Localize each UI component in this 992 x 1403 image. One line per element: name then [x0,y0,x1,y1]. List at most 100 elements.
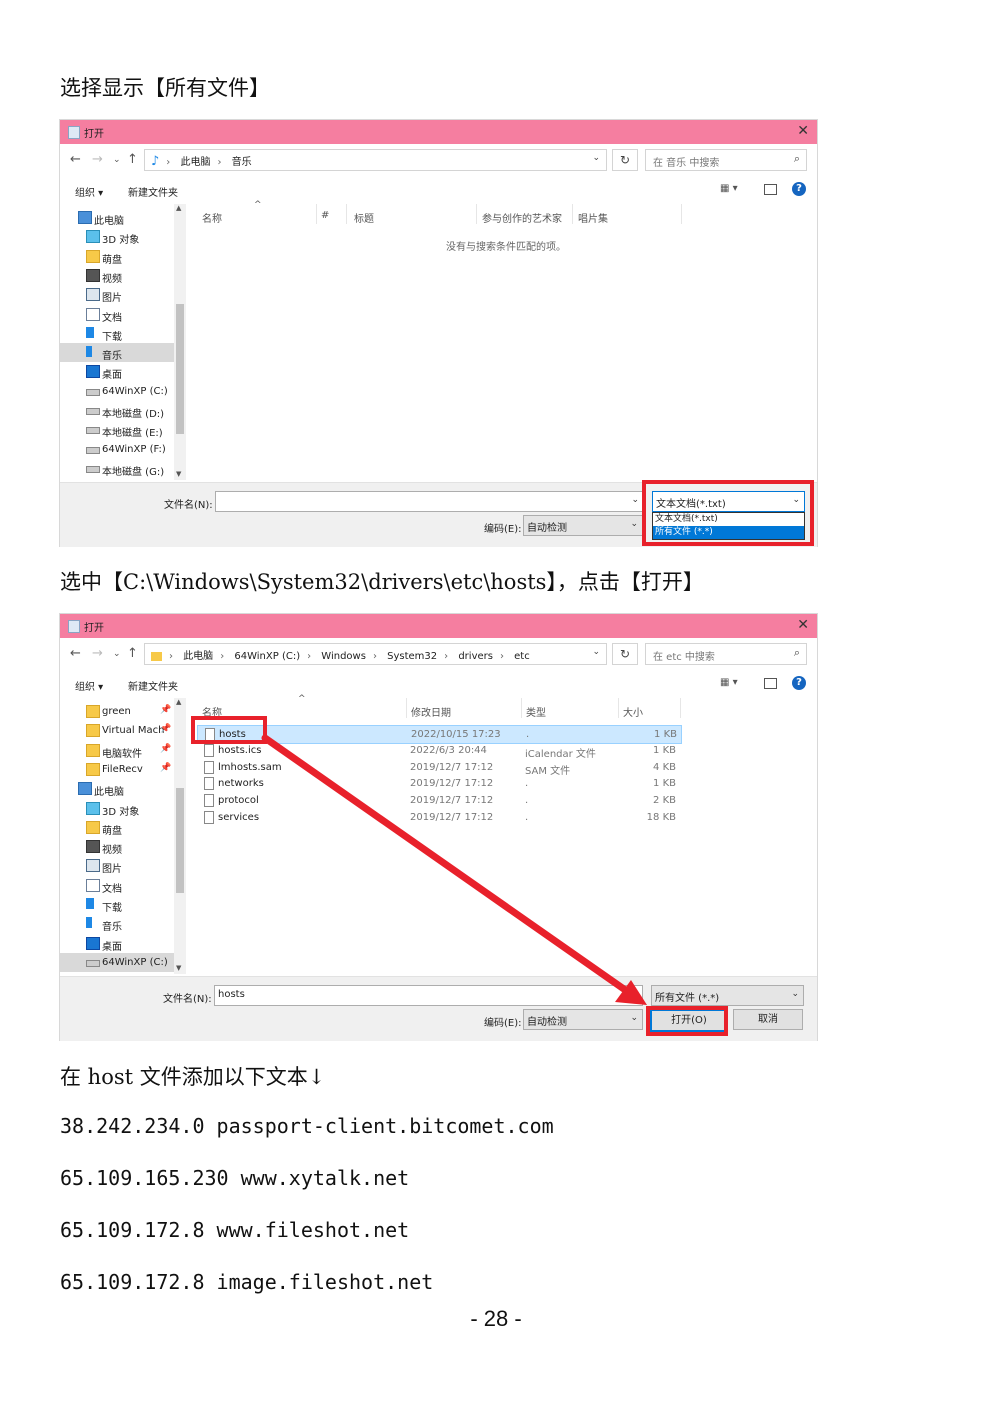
sidebar-item-label: 音乐 [102,351,122,363]
sidebar-item[interactable]: 音乐 [60,343,174,363]
encoding-select[interactable]: 自动检测 ⌄ [523,515,643,536]
drive-icon [86,388,100,396]
drive-icon [86,446,100,454]
sidebar-item-label: 本地磁盘 (D:) [102,409,165,420]
column-title[interactable]: 标题 [354,210,374,225]
sidebar-item[interactable]: 桌面 [60,362,174,381]
sidebar-item[interactable]: 图片 [60,285,174,304]
file-list: 名称 ^ # 标题 参与创作的艺术家 唱片集 没有与搜索条件匹配的项。 [188,200,817,480]
sidebar-item-label: 萌盘 [102,254,122,266]
column-artist[interactable]: 参与创作的艺术家 [482,210,562,225]
sidebar-item[interactable]: 3D 对象 [60,227,174,246]
open-dialog-etc: 打开 ✕ ← → ⌄ ↑ › 此电脑 › 64WinXP (C:) › Window… [59,613,818,1041]
caption-add-text: 在 host 文件添加以下文本↓ [60,1065,326,1089]
navigation-bar: ← → ⌄ ↑ ♪ › 此电脑 › 音乐 ⌄ ↻ 在 音乐 中搜索 ⌕ [60,144,817,176]
organize-button[interactable]: 组织 ▾ [75,184,103,199]
column-number[interactable]: # [321,210,329,221]
sidebar-item[interactable]: 萌盘 [60,247,174,266]
help-icon[interactable]: ? [792,182,806,196]
encoding-value: 自动检测 [527,523,567,534]
video-icon [86,268,100,282]
caption-select-all-files: 选择显示【所有文件】 [60,76,270,100]
window-icon [68,126,80,139]
column-album[interactable]: 唱片集 [578,210,608,225]
sidebar-item[interactable]: 本地磁盘 (E:) [60,420,174,439]
open-dialog-music: 打开 ✕ ← → ⌄ ↑ ♪ › 此电脑 › 音乐 ⌄ ↻ 在 音乐 中搜索 ⌕ 组… [59,119,818,547]
arrow-annotation [261,734,647,1005]
page-number: - 28 - [470,1306,522,1331]
empty-message: 没有与搜索条件匹配的项。 [446,242,566,253]
breadcrumb-item[interactable]: 此电脑 [180,157,210,168]
filename-label: 文件名(N): [164,500,213,511]
sidebar-item-label: 本地磁盘 (E:) [102,428,163,440]
address-bar[interactable]: ♪ › 此电脑 › 音乐 ⌄ [144,149,607,171]
breadcrumb-item[interactable]: 音乐 [232,157,252,168]
sidebar-item[interactable]: 下载 [60,324,174,343]
filename-input[interactable]: ⌄ [215,491,644,512]
sidebar-item-label: 文档 [102,312,122,324]
scrollbar-thumb[interactable] [176,304,184,434]
search-icon: ⌕ [793,152,800,165]
close-icon[interactable]: ✕ [797,123,809,139]
cube-icon [86,230,100,244]
arrow-line [261,734,635,998]
picture-icon [86,288,100,302]
sidebar-item-label: 3D 对象 [102,235,140,247]
sidebar-item[interactable]: 本地磁盘 (G:) [60,459,174,478]
caption-select-hosts: 选中【C:\Windows\System32\drivers\etc\hosts… [60,570,704,594]
folder-icon [86,249,100,263]
new-folder-button[interactable]: 新建文件夹 [128,184,178,199]
sidebar-item-label: 此电脑 [94,216,124,227]
search-placeholder: 在 音乐 中搜索 [653,158,720,169]
sidebar-item-label: 本地磁盘 (G:) [102,466,165,478]
back-arrow-icon[interactable]: ← [70,152,81,167]
recent-locations-icon[interactable]: ⌄ [113,155,121,165]
search-input[interactable]: 在 音乐 中搜索 ⌕ [645,149,807,171]
dialog-titlebar: 打开 ✕ [60,120,817,144]
sidebar-item-label: 桌面 [102,370,122,382]
host-line: 65.109.172.8 image.fileshot.net [60,1270,434,1294]
column-name[interactable]: 名称 [202,210,222,225]
sidebar-item[interactable]: 64WinXP (C:) [60,382,174,401]
preview-pane-icon[interactable] [764,184,777,195]
dialog-title: 打开 [84,129,104,140]
sidebar-item[interactable]: 文档 [60,305,174,324]
scroll-down-icon[interactable]: ▼ [176,470,181,478]
encoding-label: 编码(E): [484,524,522,535]
forward-arrow-icon[interactable]: → [92,152,103,167]
host-line: 65.109.172.8 www.fileshot.net [60,1218,410,1242]
navigation-pane: 此电脑 3D 对象萌盘视频图片文档下载音乐桌面 64WinXP (C:) 本地磁盘 (… [60,204,174,480]
scroll-up-icon[interactable]: ▲ [176,204,181,212]
drive-icon [86,465,100,473]
up-arrow-icon[interactable]: ↑ [127,152,138,167]
drive-icon [86,427,100,435]
chevron-down-icon[interactable]: ⌄ [630,519,638,529]
sidebar-item[interactable]: 64WinXP (F:) [60,440,174,459]
navigation-scrollbar[interactable]: ▲ ▼ [174,204,186,480]
host-line: 38.242.234.0 passport-client.bitcomet.co… [60,1114,554,1138]
sidebar-item-label: 图片 [102,293,122,305]
sidebar-item-label: 64WinXP (C:) [102,385,168,397]
sidebar-item-label: 64WinXP (F:) [102,443,166,455]
drive-icon [86,408,100,415]
sidebar-item[interactable]: 视频 [60,266,174,285]
sidebar-item[interactable]: 本地磁盘 (D:) [60,401,174,420]
chevron-down-icon[interactable]: ⌄ [631,495,639,505]
music-icon [86,346,92,358]
toolbar: 组织 ▾ 新建文件夹 ▦ ▾ ? [60,176,817,204]
view-options-icon[interactable]: ▦ ▾ [720,183,738,194]
download-icon [86,326,94,338]
breadcrumb: ♪ › 此电脑 › 音乐 [151,154,252,169]
refresh-icon[interactable]: ↻ [612,149,638,171]
document-icon [86,307,100,321]
chevron-down-icon[interactable]: ⌄ [592,153,600,163]
music-icon: ♪ [151,154,160,169]
sidebar-item-label: 视频 [102,273,122,285]
sidebar-item[interactable]: 此电脑 [60,208,174,227]
sidebar-item-label: 下载 [102,331,122,343]
sort-arrow-icon: ^ [254,200,262,210]
desktop-icon [86,365,100,379]
computer-icon [78,211,92,224]
highlight-box [642,480,814,546]
host-line: 65.109.165.230 www.xytalk.net [60,1166,410,1190]
